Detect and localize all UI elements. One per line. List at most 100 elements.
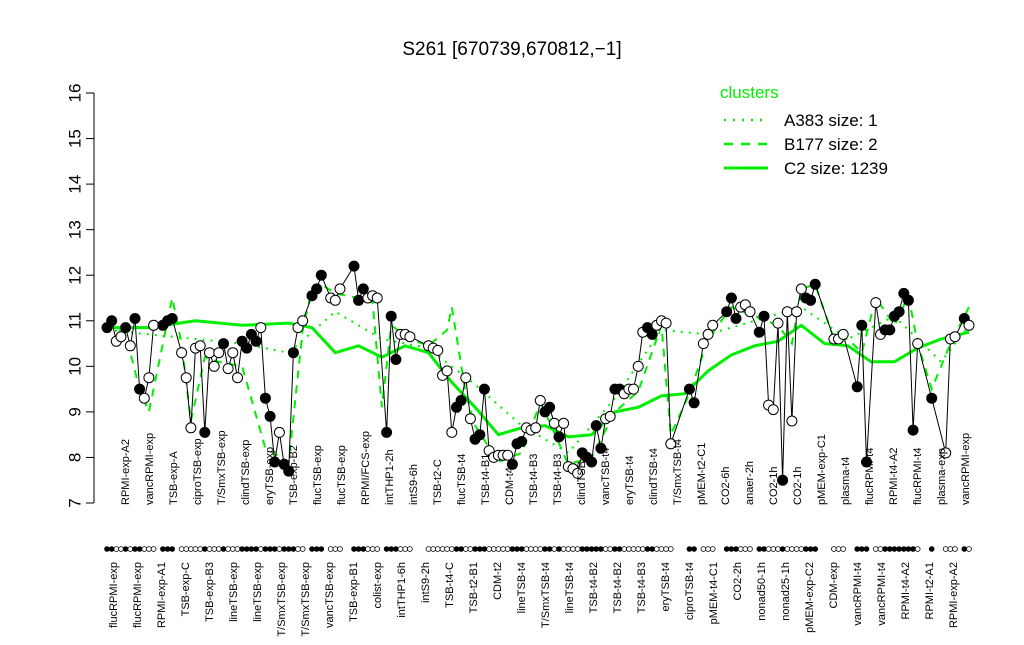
group-marker	[574, 546, 581, 552]
x-tick-label: nonad25-1h	[780, 562, 792, 621]
data-point	[791, 306, 803, 318]
data-point	[180, 372, 192, 384]
group-marker	[514, 546, 520, 552]
x-tick-label: vancRPMI-t4	[852, 562, 864, 626]
group-marker	[779, 546, 786, 552]
group-marker	[486, 546, 492, 552]
y-tick-label: 10	[65, 357, 84, 376]
group-marker	[723, 546, 730, 552]
group-marker	[789, 546, 795, 552]
group-marker	[961, 546, 968, 552]
group-marker	[914, 546, 921, 552]
x-tick-labels: flucRPMI-exp RPMI-exp-A2 flucRPMI-exp vancR…	[108, 430, 972, 636]
x-tick-label: TSB-t4-B3	[552, 454, 564, 505]
x-tick-label: pMEM-t2-C1	[696, 443, 708, 505]
x-tick-label: vancRPMI-exp	[960, 433, 972, 505]
x-tick-label: CDM-exp	[828, 562, 840, 608]
legend-label-c2: C2 size: 1239	[784, 159, 888, 178]
group-markers	[104, 546, 972, 552]
data-point	[287, 347, 299, 359]
group-marker	[253, 546, 259, 552]
group-marker	[728, 546, 735, 552]
data-point	[385, 310, 397, 322]
legend-title: clusters	[720, 83, 779, 102]
group-marker	[626, 546, 632, 552]
group-marker	[299, 546, 306, 552]
group-marker	[476, 546, 483, 552]
data-point	[809, 278, 821, 290]
x-tick-label: clindTSB-t4	[648, 448, 660, 505]
group-marker	[807, 546, 814, 552]
x-tick-label: pMEM-t4-C1	[708, 562, 720, 624]
x-tick-label: CO2-6h	[720, 466, 732, 505]
x-tick-label: T/SmxTSB-t4	[540, 562, 552, 628]
group-marker	[565, 546, 572, 552]
group-marker	[700, 546, 707, 552]
x-tick-label: T/SmxTSB-exp	[276, 562, 288, 637]
group-marker	[840, 546, 846, 552]
group-marker	[500, 546, 506, 552]
group-marker	[188, 546, 194, 552]
data-point	[390, 354, 402, 365]
data-point	[474, 429, 486, 441]
group-marker	[518, 546, 525, 552]
group-marker	[663, 546, 669, 552]
x-tick-label: TSB-t4-B2	[612, 562, 624, 613]
data-point	[315, 269, 327, 281]
data-point	[753, 326, 765, 338]
group-marker	[309, 546, 315, 552]
data-point	[646, 328, 658, 340]
x-tick-label: TSB-t2-C	[432, 459, 444, 505]
y-tick-label: 15	[65, 129, 84, 148]
group-marker	[490, 546, 497, 552]
x-tick-label: TSB-t4-C	[444, 562, 456, 608]
y-tick-label: 11	[65, 312, 84, 330]
data-point	[124, 340, 136, 352]
data-point	[730, 313, 742, 324]
group-marker	[863, 546, 870, 552]
chart-svg: S261 [670739,670812,−1] 7 8 9 10 11 12 13 14 15 1…	[65, 39, 975, 637]
x-tick-label: flucTSB-exp	[312, 445, 324, 505]
data-point	[660, 317, 672, 329]
data-point	[516, 436, 528, 447]
group-marker	[216, 546, 222, 552]
data-point	[949, 331, 961, 343]
group-marker	[630, 546, 637, 552]
group-marker	[393, 546, 399, 552]
group-marker	[616, 546, 623, 552]
group-marker	[169, 546, 176, 552]
data-point	[264, 410, 276, 422]
group-marker	[509, 546, 516, 552]
group-marker	[942, 546, 949, 552]
y-tick-label: 13	[65, 220, 84, 239]
group-marker	[197, 546, 204, 552]
x-tick-label: TSB-exp-C	[180, 562, 192, 616]
data-point	[297, 315, 309, 327]
group-marker	[206, 546, 213, 552]
data-point	[148, 319, 160, 331]
group-marker	[691, 546, 697, 552]
group-marker	[891, 546, 898, 552]
group-marker	[295, 546, 301, 552]
group-marker	[397, 546, 404, 552]
data-point	[884, 324, 896, 336]
group-marker	[523, 546, 530, 552]
data-point	[558, 417, 570, 429]
group-marker	[653, 546, 660, 552]
group-marker	[290, 546, 297, 552]
data-point	[232, 372, 243, 384]
x-tick-label: plasma-t4	[840, 457, 852, 505]
group-marker	[644, 546, 651, 552]
group-marker	[495, 546, 502, 552]
data-point	[120, 322, 132, 334]
group-marker	[686, 546, 693, 552]
x-tick-label: clindTSB-t4	[576, 448, 588, 505]
x-tick-label: vancRPMI-t4	[876, 562, 888, 626]
group-marker	[244, 546, 250, 552]
group-marker	[374, 546, 381, 552]
data-point	[441, 365, 453, 377]
group-marker	[383, 546, 390, 552]
group-marker	[192, 546, 199, 552]
group-marker	[160, 546, 166, 552]
data-point	[334, 283, 346, 295]
